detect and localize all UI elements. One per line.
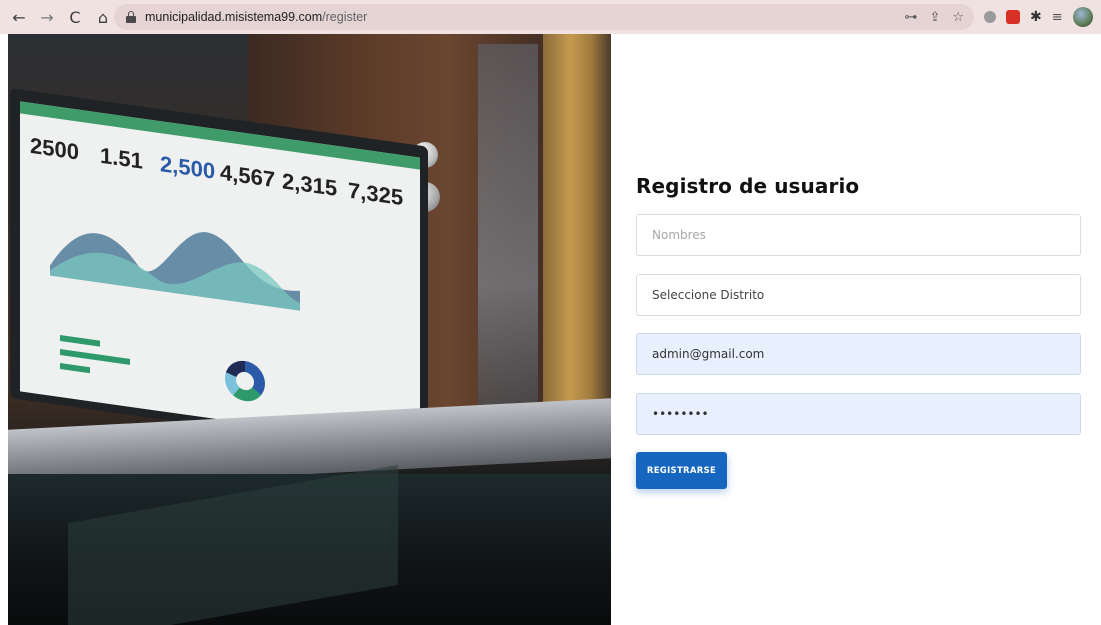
dashboard-kpi: 2,315 (282, 168, 338, 201)
reload-icon[interactable]: C (64, 6, 86, 28)
page: 2500 1.51 2,500 4,567 2,315 7,325 Regist… (0, 34, 1101, 625)
hero-image-laptop-dashboard: 2500 1.51 2,500 4,567 2,315 7,325 (8, 34, 611, 625)
register-button[interactable]: REGISTRARSE (636, 452, 727, 489)
extensions-puzzle-icon[interactable]: ✱ (1030, 9, 1042, 25)
password-input[interactable] (637, 394, 1080, 434)
reading-list-icon[interactable]: ≡ (1052, 10, 1063, 25)
back-arrow-icon[interactable]: ← (8, 6, 30, 28)
extension-icon[interactable] (984, 11, 996, 23)
dashboard-kpi: 2,500 (160, 151, 216, 184)
bookmark-star-icon[interactable]: ☆ (952, 10, 964, 25)
district-select[interactable]: Seleccione Distrito (636, 274, 1081, 316)
dashboard-kpi: 1.51 (100, 142, 143, 174)
dashboard-bar (60, 363, 90, 374)
dashboard-screenshot: 2500 1.51 2,500 4,567 2,315 7,325 (20, 101, 420, 448)
dashboard-area-chart (50, 196, 300, 311)
extensions-area: ✱ ≡ ⋮ (984, 6, 1101, 28)
laptop-reflection (68, 464, 398, 625)
url-path: /register (322, 10, 368, 24)
home-icon[interactable]: ⌂ (92, 6, 114, 28)
browser-toolbar: ← → C ⌂ municipalidad.misistema99.com/re… (0, 0, 1101, 34)
profile-avatar[interactable] (1072, 7, 1093, 27)
hero-door-frame (543, 34, 611, 454)
names-field[interactable] (636, 214, 1081, 256)
forward-arrow-icon[interactable]: → (36, 6, 58, 28)
register-form: Registro de usuario Seleccione Distrito … (636, 34, 1081, 625)
dashboard-bar (60, 335, 100, 347)
email-input[interactable] (637, 334, 1080, 374)
password-field[interactable] (636, 393, 1081, 435)
form-title: Registro de usuario (636, 174, 860, 198)
url-text[interactable]: municipalidad.misistema99.com/register (145, 10, 367, 24)
dashboard-kpi: 7,325 (348, 177, 404, 211)
address-bar[interactable]: municipalidad.misistema99.com/register ⊶… (114, 4, 974, 30)
extension-red-icon[interactable] (1006, 10, 1020, 24)
dashboard-donut-chart (225, 358, 265, 404)
share-icon[interactable]: ⇪ (929, 10, 940, 25)
email-field[interactable] (636, 333, 1081, 375)
dashboard-kpi: 2500 (30, 132, 79, 165)
laptop-screen: 2500 1.51 2,500 4,567 2,315 7,325 (10, 88, 428, 457)
table-reflection (8, 464, 611, 625)
district-select-value: Seleccione Distrito (652, 288, 765, 302)
url-domain: municipalidad.misistema99.com (145, 10, 323, 24)
names-input[interactable] (637, 215, 1080, 255)
dashboard-kpi: 4,567 (220, 159, 276, 193)
lock-icon[interactable] (126, 11, 136, 23)
password-key-icon[interactable]: ⊶ (904, 10, 917, 25)
dashboard-bar (60, 349, 130, 365)
hero-door-glass (478, 44, 538, 444)
